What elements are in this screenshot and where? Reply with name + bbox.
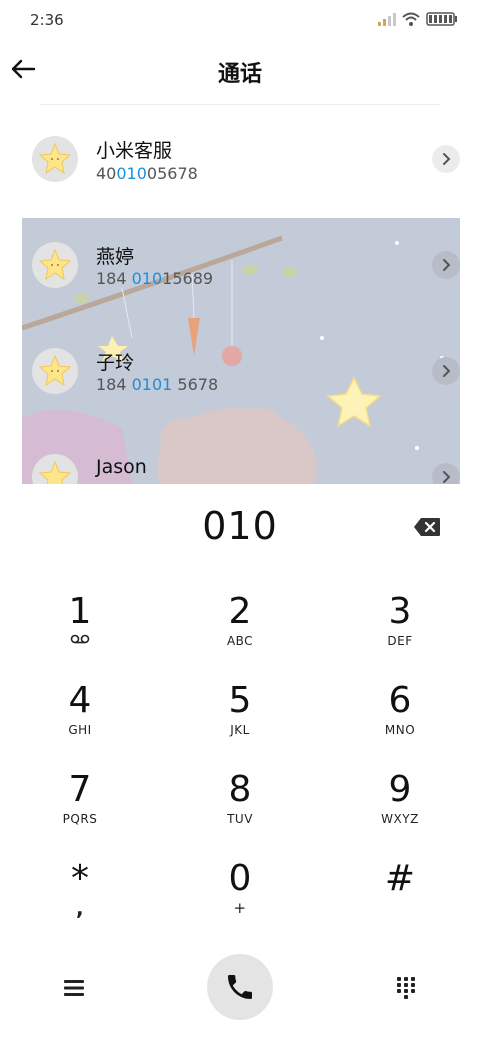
key-1[interactable]: 1 xyxy=(20,590,140,670)
contact-name: 燕婷 xyxy=(96,246,135,268)
battery-icon xyxy=(426,12,457,26)
status-icons xyxy=(378,12,458,26)
star-avatar-icon xyxy=(32,136,78,182)
contact-name: Jason xyxy=(96,456,147,478)
number-match: 010 xyxy=(131,269,163,288)
key-letters: GHI xyxy=(68,723,92,737)
key-letters: MNO xyxy=(384,723,416,737)
key-letters: PQRS xyxy=(62,812,98,826)
backspace-icon xyxy=(414,518,440,536)
key-letters: + xyxy=(233,899,247,917)
number-suffix: 15689 xyxy=(162,269,214,288)
key-digit: # xyxy=(384,858,416,899)
number-prefix: 40 xyxy=(96,164,117,183)
number-prefix: 184 xyxy=(96,375,132,394)
star-avatar-icon xyxy=(32,242,78,288)
star-avatar-icon xyxy=(32,454,78,484)
key-letters: TUV xyxy=(227,812,253,826)
key-4[interactable]: 4 GHI xyxy=(20,679,140,759)
menu-icon xyxy=(64,980,84,996)
bottom-bar xyxy=(0,950,480,1026)
key-8[interactable]: 8 TUV xyxy=(180,768,300,848)
contact-row-2[interactable]: 子玲 184 0101 5678 xyxy=(22,324,460,430)
contact-name: 小米客服 xyxy=(96,140,173,162)
page-title: 通话 xyxy=(217,62,262,87)
key-2[interactable]: 2 ABC xyxy=(180,590,300,670)
key-letters: DEF xyxy=(387,634,413,648)
contact-row-3[interactable]: Jason xyxy=(22,430,460,484)
key-0[interactable]: 0 + xyxy=(180,857,300,937)
key-digit: 7 xyxy=(68,769,92,810)
dialpad-toggle-button[interactable] xyxy=(388,970,424,1006)
number-suffix: 5678 xyxy=(172,375,219,394)
header-divider xyxy=(40,104,440,105)
chevron-right-icon[interactable] xyxy=(432,251,460,279)
dial-display: 010 xyxy=(0,500,480,556)
key-letters: WXYZ xyxy=(381,812,419,826)
key-digit: 2 xyxy=(228,591,252,632)
chevron-right-icon[interactable] xyxy=(432,145,460,173)
contact-row-1[interactable]: 燕婷 184 01015689 xyxy=(22,218,460,324)
contact-number: 184 01015689 xyxy=(96,269,213,288)
key-3[interactable]: 3 DEF xyxy=(340,590,460,670)
key-digit: 0 xyxy=(228,858,252,899)
backspace-button[interactable] xyxy=(406,512,448,542)
key-digit: 1 xyxy=(68,591,92,632)
key-letters: , xyxy=(75,896,85,920)
key-5[interactable]: 5 JKL xyxy=(180,679,300,759)
wifi-icon xyxy=(402,12,420,26)
number-suffix: 05678 xyxy=(146,164,198,183)
voicemail-icon xyxy=(70,634,90,644)
dialpad-icon xyxy=(397,977,415,999)
menu-button[interactable] xyxy=(56,970,92,1006)
key-6[interactable]: 6 MNO xyxy=(340,679,460,759)
contact-row-0[interactable]: 小米客服 4001005678 xyxy=(22,106,460,212)
star-avatar-icon xyxy=(32,348,78,394)
status-bar: 2:36 xyxy=(0,0,480,40)
key-letters: ABC xyxy=(226,634,254,648)
number-prefix: 184 xyxy=(96,269,132,288)
key-digit: 8 xyxy=(228,769,252,810)
chevron-right-icon[interactable] xyxy=(432,357,460,385)
chevron-right-icon[interactable] xyxy=(432,463,460,484)
phone-icon xyxy=(228,975,252,999)
number-match: 0101 xyxy=(131,375,173,394)
key-letters: JKL xyxy=(230,723,250,737)
key-digit: 5 xyxy=(228,680,252,721)
header: 通话 xyxy=(0,42,480,98)
number-match: 010 xyxy=(116,164,147,183)
key-9[interactable]: 9 WXYZ xyxy=(340,768,460,848)
key-digit: * xyxy=(71,858,89,899)
key-digit: 9 xyxy=(388,769,412,810)
contact-number: 4001005678 xyxy=(96,164,198,183)
key-star[interactable]: * , xyxy=(20,857,140,937)
key-digit: 4 xyxy=(68,680,92,721)
call-button[interactable] xyxy=(207,954,273,1020)
signal-icon xyxy=(378,13,396,26)
key-digit: 6 xyxy=(388,680,412,721)
key-7[interactable]: 7 PQRS xyxy=(20,768,140,848)
contact-number: 184 0101 5678 xyxy=(96,375,218,394)
key-digit: 3 xyxy=(388,591,412,632)
contact-name: 子玲 xyxy=(96,352,135,374)
key-hash[interactable]: # xyxy=(340,857,460,937)
status-time: 2:36 xyxy=(30,11,64,29)
